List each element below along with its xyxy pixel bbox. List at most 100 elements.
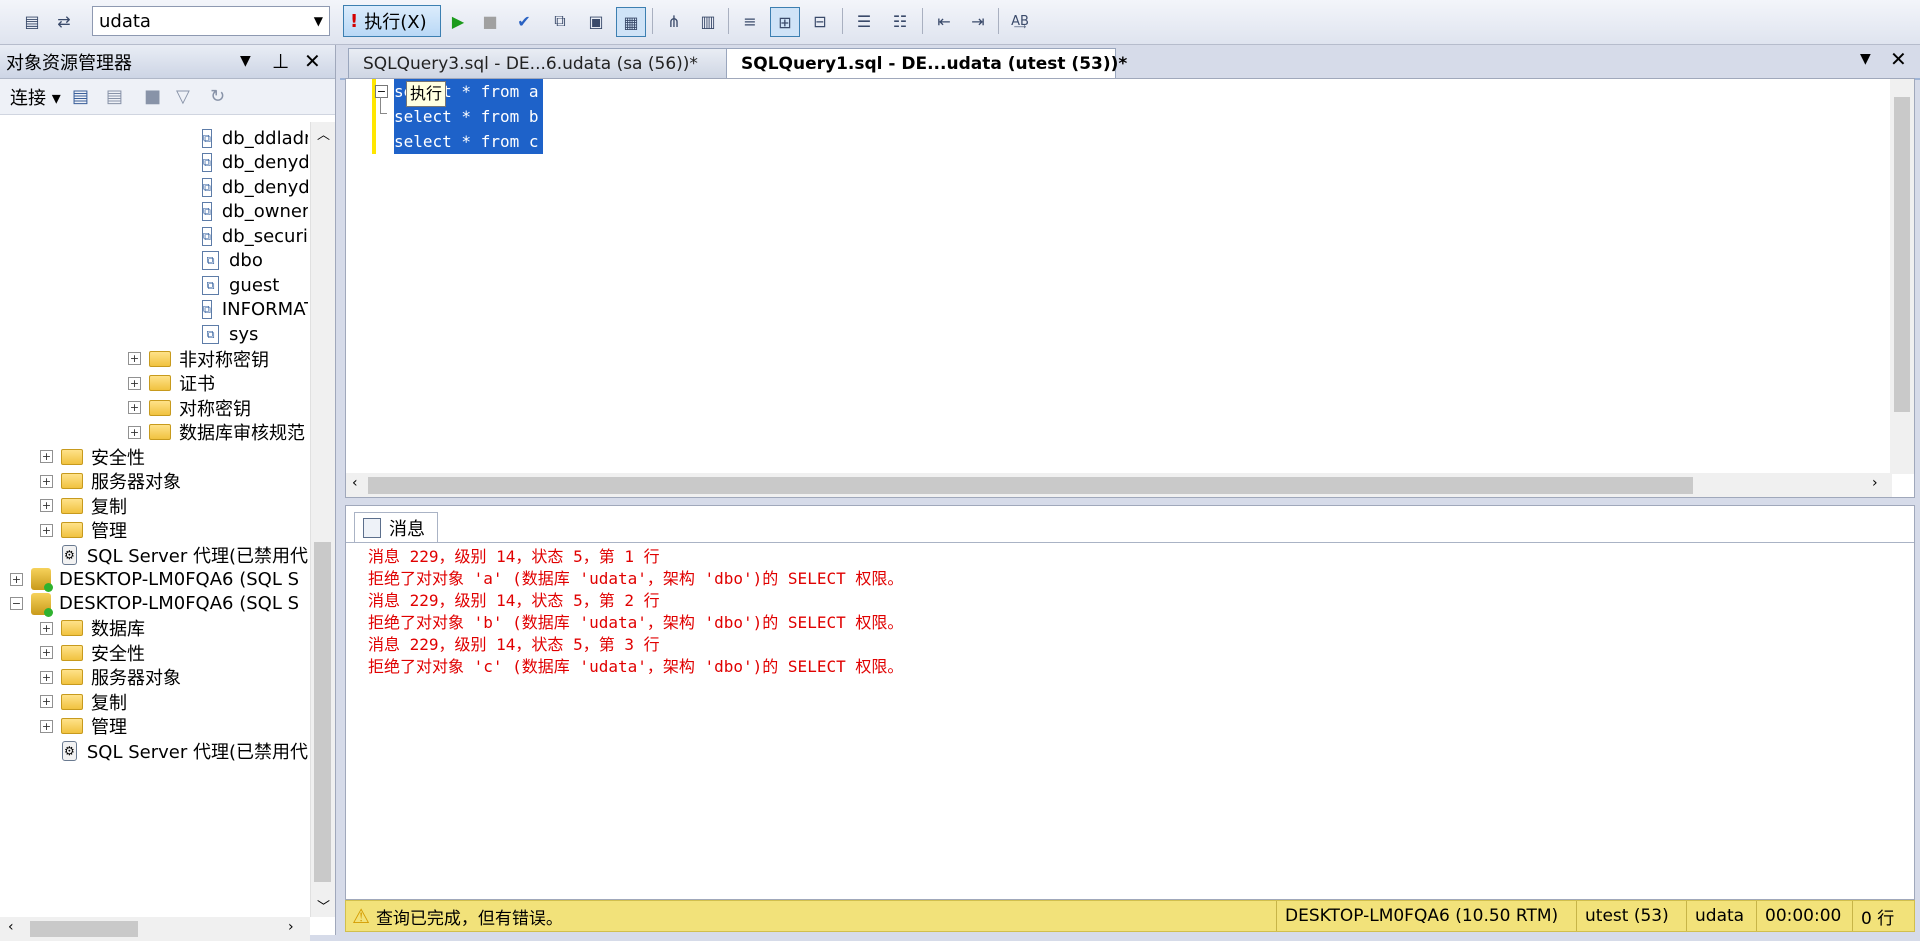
disconnect-icon[interactable]: ▤ (106, 86, 123, 107)
scroll-thumb[interactable] (368, 477, 1693, 494)
expand-icon[interactable]: + (128, 401, 141, 414)
uncomment-icon[interactable]: ☷ (886, 7, 914, 35)
client-stats-icon[interactable]: ▥ (694, 7, 722, 35)
query-editor[interactable]: − select * from a select * from b select… (345, 78, 1915, 498)
expand-icon[interactable]: + (40, 719, 53, 733)
include-plan-icon[interactable]: ⋔ (660, 7, 688, 35)
close-tab-icon[interactable]: ✕ (1890, 47, 1907, 71)
chevron-right-icon[interactable]: › (288, 919, 294, 935)
tree-node[interactable]: + 数据库审核规范 (128, 417, 305, 447)
tree-node[interactable]: ⚙ SQL Server 代理(已禁用代 (62, 736, 308, 766)
folder-icon (61, 522, 83, 538)
tree-horizontal-scrollbar[interactable]: ‹ › (0, 917, 310, 941)
code-line[interactable]: select * from b (394, 104, 543, 129)
folder-icon (149, 399, 171, 416)
results-to-text-icon[interactable]: ≡ (736, 7, 764, 35)
status-user: utest (53) (1576, 901, 1677, 931)
status-server: DESKTOP-LM0FQA6 (10.50 RTM) (1276, 901, 1566, 931)
expand-icon[interactable]: + (40, 621, 53, 635)
tab-label: 消息 (389, 519, 425, 540)
message-line: 拒绝了对对象 'c' (数据库 'udata'，架构 'dbo')的 SELEC… (368, 657, 904, 676)
refresh-icon[interactable]: ↻ (210, 86, 225, 107)
parse-icon[interactable]: ✔ (510, 7, 538, 35)
change-connection-icon[interactable]: ⇄ (50, 7, 78, 35)
folder-icon (61, 644, 83, 661)
increase-indent-icon[interactable]: ⇥ (964, 7, 992, 35)
tab-sqlquery3[interactable]: SQLQuery3.sql - DE...6.udata (sa (56))* (348, 48, 728, 78)
tree-node-label: SQL Server 代理(已禁用代 (86, 741, 308, 763)
chevron-left-icon[interactable]: ‹ (8, 919, 14, 935)
tab-list-dropdown-icon[interactable]: ▼ (1860, 51, 1871, 67)
folder-icon (149, 375, 171, 391)
main-toolbar: ▤ ⇄ udata ▼ ! 执行(X) ▶ ■ ✔ ⧉ ▣ ▦ ⋔ ▥ ≡ ⊞ … (0, 0, 1920, 45)
collapse-icon[interactable]: − (10, 597, 23, 610)
chevron-left-icon[interactable]: ‹ (352, 475, 358, 491)
scroll-thumb[interactable] (314, 542, 331, 882)
role-icon: ⧉ (202, 202, 212, 221)
tab-sqlquery1[interactable]: SQLQuery1.sql - DE...udata (utest (53))* (726, 48, 1127, 78)
dropdown-icon[interactable]: ▼ (240, 53, 251, 69)
connect-icon[interactable]: ▤ (18, 7, 46, 35)
tree-node-label: db_denyda (221, 176, 308, 198)
expand-icon[interactable]: + (40, 523, 53, 537)
chevron-right-icon[interactable]: › (1872, 475, 1878, 491)
execute-label: 执行(X) (364, 12, 427, 33)
role-icon: ⧉ (202, 251, 219, 270)
fold-line (380, 97, 387, 114)
object-explorer-toolbar: 连接 ▾ ▤ ▤ ■ ▽ ↻ (0, 79, 335, 115)
expand-icon[interactable]: + (40, 646, 53, 659)
role-icon: ⧉ (202, 275, 219, 295)
results-grid-icon[interactable]: ⊞ (770, 7, 800, 37)
code-line[interactable]: select * from c (394, 129, 543, 154)
query-status-bar: ⚠ 查询已完成，但有错误。 DESKTOP-LM0FQA6 (10.50 RTM… (345, 900, 1915, 932)
editor-vertical-scrollbar[interactable] (1890, 79, 1914, 474)
results-to-grid-icon[interactable]: ▦ (616, 7, 646, 37)
server-icon (31, 592, 53, 617)
object-explorer-title-bar: 对象资源管理器 ▼ ⊥ ✕ (0, 45, 335, 79)
debug-icon[interactable]: ▶ (444, 7, 472, 35)
tree-vertical-scrollbar[interactable]: ︿ ﹀ (310, 122, 335, 917)
chevron-up-icon[interactable]: ︿ (317, 124, 330, 143)
role-icon: ⧉ (202, 128, 212, 148)
expand-icon[interactable]: + (128, 376, 141, 390)
connect-server-icon[interactable]: ▤ (72, 86, 89, 107)
expand-icon[interactable]: + (40, 499, 53, 512)
close-icon[interactable]: ✕ (304, 49, 321, 73)
display-plan-icon[interactable]: ⧉ (546, 7, 574, 35)
role-icon: ⧉ (202, 300, 212, 319)
folder-icon (61, 693, 83, 710)
folder-icon (61, 669, 83, 685)
results-to-file-icon[interactable]: ⊟ (806, 7, 834, 35)
chevron-down-icon[interactable]: ﹀ (317, 896, 330, 915)
filter-icon[interactable]: ▽ (176, 86, 190, 107)
message-line: 消息 229，级别 14，状态 5，第 3 行 (368, 635, 660, 654)
editor-horizontal-scrollbar[interactable]: ‹ › (346, 473, 1892, 497)
tree-node-label: sys (229, 323, 259, 345)
stop-icon[interactable]: ■ (476, 7, 504, 35)
execute-button[interactable]: ! 执行(X) (343, 5, 441, 37)
server-icon (31, 568, 53, 592)
tab-messages[interactable]: 消息 (354, 512, 438, 543)
connect-button[interactable]: 连接 ▾ (10, 84, 61, 110)
query-designer-icon[interactable]: ▣ (582, 7, 610, 35)
expand-icon[interactable]: + (40, 474, 53, 488)
stop-icon[interactable]: ■ (144, 86, 161, 107)
tab-label: SQLQuery1.sql - DE...udata (utest (53))* (741, 53, 1128, 74)
expand-icon[interactable]: + (128, 352, 141, 365)
tree-node-label: db_owner (221, 201, 308, 222)
pin-icon[interactable]: ⊥ (272, 49, 289, 73)
warning-icon: ⚠ (352, 904, 370, 928)
expand-icon[interactable]: + (128, 425, 141, 439)
specify-values-icon[interactable]: A͢B (1006, 7, 1034, 35)
decrease-indent-icon[interactable]: ⇤ (930, 7, 958, 35)
expand-icon[interactable]: + (40, 670, 53, 684)
scroll-thumb[interactable] (1894, 97, 1910, 412)
role-icon: ⧉ (202, 153, 212, 172)
tree-node-label: db_ddladm (221, 127, 308, 149)
results-pane: 消息 消息 229，级别 14，状态 5，第 1 行 拒绝了对对象 'a' (数… (345, 505, 1915, 900)
expand-icon[interactable]: + (40, 450, 53, 463)
available-databases-select[interactable]: udata ▼ (92, 6, 330, 36)
comment-icon[interactable]: ☰ (850, 7, 878, 35)
expand-icon[interactable]: + (10, 572, 23, 586)
expand-icon[interactable]: + (40, 695, 53, 708)
